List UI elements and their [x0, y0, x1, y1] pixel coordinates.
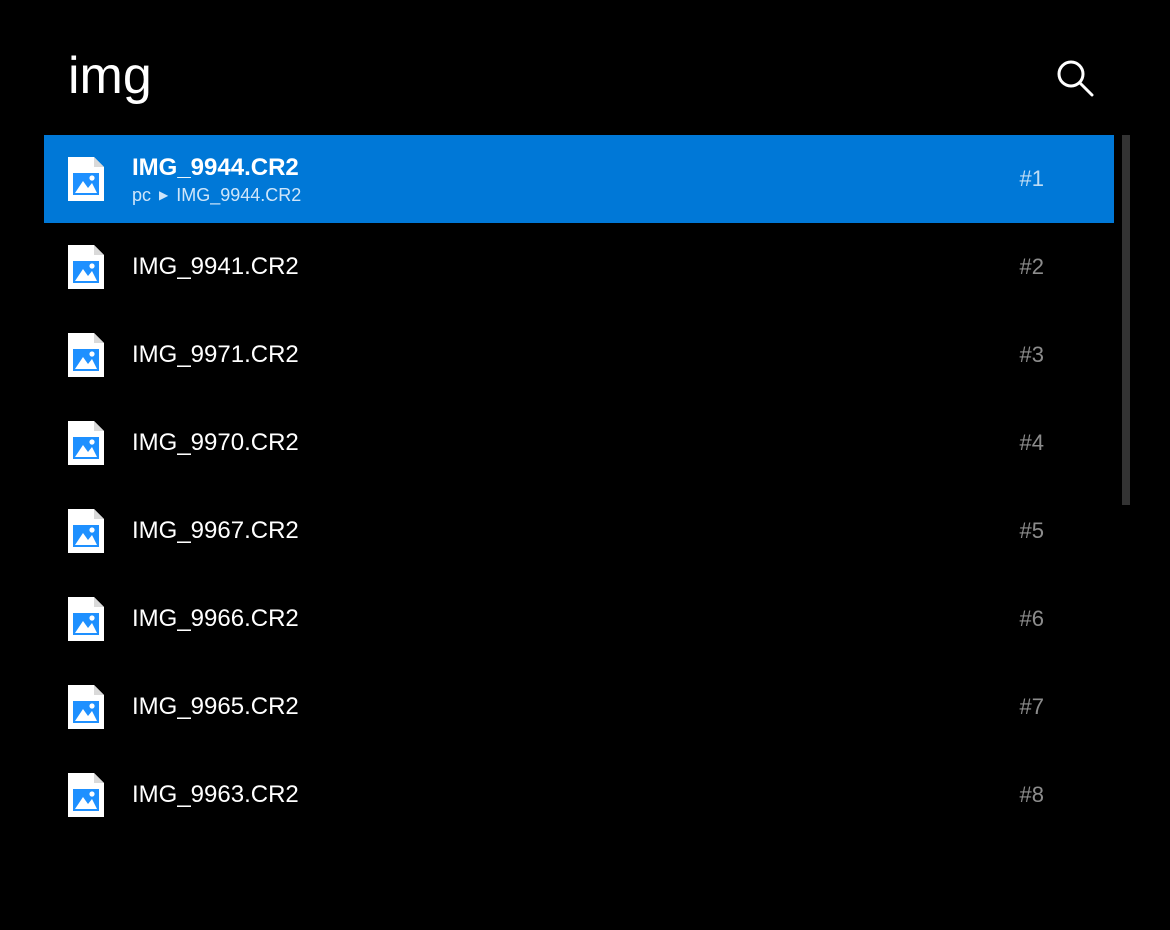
result-row[interactable]: IMG_9941.CR2 #2 — [44, 223, 1114, 311]
image-file-icon — [68, 597, 104, 641]
chevron-right-icon: ▶ — [159, 188, 168, 202]
result-rank: #3 — [1004, 342, 1044, 368]
image-file-icon — [68, 685, 104, 729]
result-title: IMG_9941.CR2 — [132, 252, 1004, 282]
search-icon[interactable] — [1054, 57, 1094, 97]
image-file-icon — [68, 421, 104, 465]
result-text: IMG_9967.CR2 — [132, 516, 1004, 546]
result-rank: #5 — [1004, 518, 1044, 544]
result-rank: #1 — [1004, 166, 1044, 192]
result-row[interactable]: IMG_9944.CR2 pc ▶ IMG_9944.CR2 #1 — [44, 135, 1114, 223]
result-text: IMG_9965.CR2 — [132, 692, 1004, 722]
result-title: IMG_9963.CR2 — [132, 780, 1004, 810]
results-list: IMG_9944.CR2 pc ▶ IMG_9944.CR2 #1 — [0, 135, 1170, 930]
image-file-icon — [68, 333, 104, 377]
image-file-icon — [68, 773, 104, 817]
result-rank: #8 — [1004, 782, 1044, 808]
image-file-icon — [68, 509, 104, 553]
image-file-icon — [68, 157, 104, 201]
path-root: pc — [132, 185, 151, 206]
result-text: IMG_9970.CR2 — [132, 428, 1004, 458]
result-title: IMG_9970.CR2 — [132, 428, 1004, 458]
search-launcher: IMG_9944.CR2 pc ▶ IMG_9944.CR2 #1 — [0, 0, 1170, 930]
path-leaf: IMG_9944.CR2 — [176, 185, 301, 206]
result-row[interactable]: IMG_9965.CR2 #7 — [44, 663, 1114, 751]
results-inner: IMG_9944.CR2 pc ▶ IMG_9944.CR2 #1 — [44, 135, 1170, 930]
result-rank: #6 — [1004, 606, 1044, 632]
result-text: IMG_9944.CR2 pc ▶ IMG_9944.CR2 — [132, 153, 1004, 206]
result-rank: #7 — [1004, 694, 1044, 720]
result-title: IMG_9965.CR2 — [132, 692, 1004, 722]
result-rank: #2 — [1004, 254, 1044, 280]
result-text: IMG_9971.CR2 — [132, 340, 1004, 370]
result-text: IMG_9941.CR2 — [132, 252, 1004, 282]
result-text: IMG_9966.CR2 — [132, 604, 1004, 634]
search-input[interactable] — [68, 48, 1034, 105]
result-rank: #4 — [1004, 430, 1044, 456]
result-title: IMG_9971.CR2 — [132, 340, 1004, 370]
result-title: IMG_9966.CR2 — [132, 604, 1004, 634]
result-row[interactable]: IMG_9966.CR2 #6 — [44, 575, 1114, 663]
result-row[interactable]: IMG_9967.CR2 #5 — [44, 487, 1114, 575]
result-title: IMG_9967.CR2 — [132, 516, 1004, 546]
search-bar — [0, 0, 1170, 135]
result-path: pc ▶ IMG_9944.CR2 — [132, 185, 1004, 206]
image-file-icon — [68, 245, 104, 289]
scrollbar-thumb[interactable] — [1122, 135, 1130, 505]
result-row[interactable]: IMG_9963.CR2 #8 — [44, 751, 1114, 839]
result-text: IMG_9963.CR2 — [132, 780, 1004, 810]
result-row[interactable]: IMG_9970.CR2 #4 — [44, 399, 1114, 487]
result-title: IMG_9944.CR2 — [132, 153, 1004, 183]
search-input-wrap — [68, 48, 1034, 105]
result-row[interactable]: IMG_9971.CR2 #3 — [44, 311, 1114, 399]
